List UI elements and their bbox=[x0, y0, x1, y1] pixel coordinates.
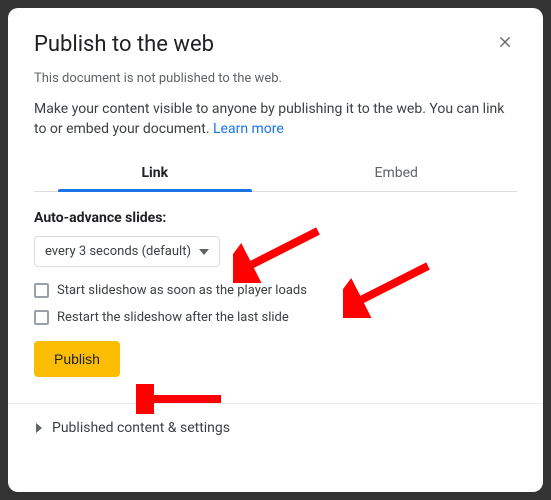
start-on-load-checkbox[interactable] bbox=[34, 283, 49, 298]
tabs: Link Embed bbox=[34, 155, 517, 192]
restart-label: Restart the slideshow after the last sli… bbox=[57, 310, 289, 325]
publish-button[interactable]: Publish bbox=[34, 341, 120, 377]
publish-dialog: Publish to the web This document is not … bbox=[8, 8, 543, 492]
published-content-expander[interactable]: Published content & settings bbox=[34, 404, 517, 452]
auto-advance-label: Auto-advance slides: bbox=[34, 210, 517, 226]
close-button[interactable] bbox=[493, 30, 517, 54]
chevron-right-icon bbox=[34, 423, 44, 433]
tab-link[interactable]: Link bbox=[34, 155, 276, 191]
start-on-load-row[interactable]: Start slideshow as soon as the player lo… bbox=[34, 283, 517, 298]
close-icon bbox=[497, 34, 513, 50]
tab-embed[interactable]: Embed bbox=[276, 155, 518, 191]
dialog-title: Publish to the web bbox=[34, 32, 214, 57]
published-content-label: Published content & settings bbox=[52, 420, 230, 436]
caret-down-icon bbox=[199, 247, 209, 257]
restart-row[interactable]: Restart the slideshow after the last sli… bbox=[34, 310, 517, 325]
auto-advance-dropdown[interactable]: every 3 seconds (default) bbox=[34, 236, 220, 267]
learn-more-link[interactable]: Learn more bbox=[213, 121, 284, 137]
start-on-load-label: Start slideshow as soon as the player lo… bbox=[57, 283, 307, 298]
restart-checkbox[interactable] bbox=[34, 310, 49, 325]
publish-status-text: This document is not published to the we… bbox=[34, 71, 517, 86]
dialog-description: Make your content visible to anyone by p… bbox=[34, 100, 517, 139]
annotation-arrow-icon bbox=[233, 223, 323, 283]
auto-advance-value: every 3 seconds (default) bbox=[45, 244, 191, 259]
